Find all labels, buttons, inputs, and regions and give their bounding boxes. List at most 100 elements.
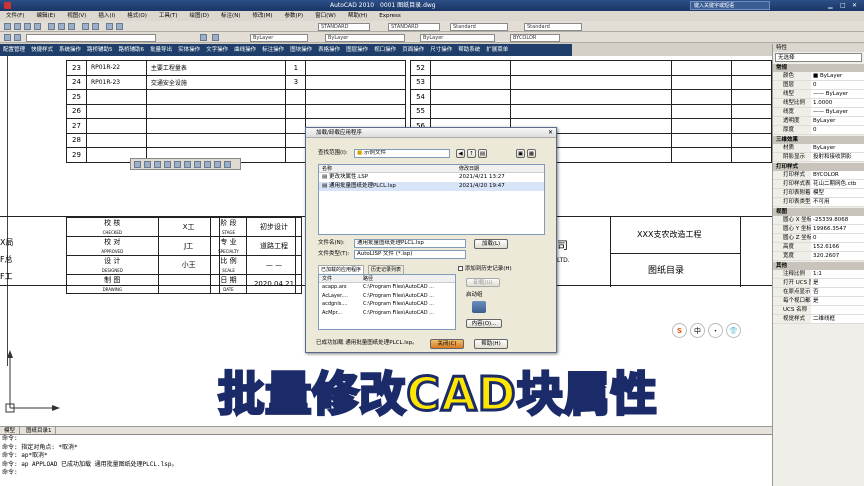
- toolbar-tool-3-icon[interactable]: [154, 161, 161, 168]
- make-current-icon[interactable]: [200, 34, 207, 41]
- property-row[interactable]: 圆心 Z 坐标 0: [773, 234, 864, 243]
- back-icon[interactable]: ◀: [456, 149, 465, 158]
- menu-item[interactable]: 文件(F): [6, 13, 24, 19]
- property-row[interactable]: 线型比例 1.0000: [773, 99, 864, 108]
- filename-input[interactable]: 通用批量图纸处理PLCL.lsp: [354, 239, 466, 248]
- text-style-select[interactable]: STANDARD: [318, 22, 370, 31]
- layer-previous-icon[interactable]: [212, 34, 219, 41]
- menu-item[interactable]: 帮助(H): [348, 13, 367, 19]
- plugin-menu-item[interactable]: 图层操作: [346, 47, 368, 53]
- plugin-menu-item[interactable]: 曲线操作: [234, 47, 256, 53]
- menu-item[interactable]: 标注(N): [221, 13, 240, 19]
- dialog-close-icon[interactable]: ✕: [548, 129, 553, 136]
- selection-select[interactable]: 无选择: [775, 53, 862, 62]
- ime-skin-icon[interactable]: 👕: [726, 323, 741, 338]
- paste-icon[interactable]: [68, 23, 75, 30]
- property-row[interactable]: 视觉样式 二维线框: [773, 315, 864, 324]
- filetype-select[interactable]: AutoLISP 文件 (*.lsp): [354, 250, 466, 259]
- toolbar-tool-5-icon[interactable]: [174, 161, 181, 168]
- new-file-icon[interactable]: [4, 23, 11, 30]
- redo-icon[interactable]: [92, 23, 99, 30]
- preview-icon[interactable]: ▣: [516, 149, 525, 158]
- open-file-icon[interactable]: [14, 23, 21, 30]
- menu-item[interactable]: 插入(I): [98, 13, 115, 19]
- property-row[interactable]: 高度 152.6166: [773, 243, 864, 252]
- property-row[interactable]: 打印表类型 不可用: [773, 198, 864, 207]
- properties-section[interactable]: 视图: [773, 208, 864, 216]
- contents-button[interactable]: 内容(O)...: [466, 319, 502, 328]
- menu-item[interactable]: 参数(P): [285, 13, 304, 19]
- plugin-menu-item[interactable]: 路桥辅助5: [87, 47, 113, 53]
- plugin-menu-item[interactable]: 批量导出: [150, 47, 172, 53]
- sogou-icon[interactable]: S: [672, 323, 687, 338]
- property-row[interactable]: 透明度 ByLayer: [773, 117, 864, 126]
- minimize-icon[interactable]: ▁: [828, 0, 833, 11]
- loaded-col-file[interactable]: 文件: [319, 275, 363, 282]
- close-icon[interactable]: ✕: [852, 0, 857, 11]
- toolbar-tool-9-icon[interactable]: [214, 161, 221, 168]
- property-row[interactable]: 图层 0: [773, 81, 864, 90]
- unload-button[interactable]: 卸载(U): [466, 278, 500, 287]
- cut-icon[interactable]: [48, 23, 55, 30]
- property-row[interactable]: UCS 名称: [773, 306, 864, 315]
- menu-item[interactable]: 视图(V): [67, 13, 86, 19]
- plot-style-select[interactable]: BYCOLOR: [510, 33, 560, 42]
- plugin-menu-item[interactable]: 帮助系统: [458, 47, 480, 53]
- col-date[interactable]: 修改日期: [459, 165, 479, 172]
- properties-section[interactable]: 打印样式: [773, 163, 864, 171]
- property-row[interactable]: 宽度 320.2607: [773, 252, 864, 261]
- tab-loaded-apps[interactable]: 已加载的应用程序: [318, 265, 365, 274]
- views-icon[interactable]: ▤: [478, 149, 487, 158]
- plugin-menu-item[interactable]: 标注操作: [262, 47, 284, 53]
- toolbar-tool-8-icon[interactable]: [204, 161, 211, 168]
- property-row[interactable]: 阴影显示 投射和接收阴影: [773, 153, 864, 162]
- properties-section[interactable]: 三维效果: [773, 136, 864, 144]
- toolbar-tool-1-icon[interactable]: [134, 161, 141, 168]
- layer-select[interactable]: [26, 33, 156, 42]
- loaded-col-path[interactable]: 路径: [363, 275, 373, 282]
- mleader-style-select[interactable]: Standard: [524, 22, 582, 31]
- help-search-input[interactable]: 键入关键字或短语: [690, 1, 770, 10]
- help-button[interactable]: 帮助(H): [474, 339, 508, 349]
- property-row[interactable]: 注释比例 1:1: [773, 270, 864, 279]
- toolbar-tool-10-icon[interactable]: [224, 161, 231, 168]
- pan-icon[interactable]: [106, 23, 113, 30]
- plugin-menu-item[interactable]: 尺寸操作: [430, 47, 452, 53]
- plugin-menu-item[interactable]: 配置管理: [3, 47, 25, 53]
- color-select[interactable]: ByLayer: [250, 33, 308, 42]
- properties-section[interactable]: 其他: [773, 262, 864, 270]
- zoom-icon[interactable]: [116, 23, 123, 30]
- plugin-menu-item[interactable]: 实体操作: [178, 47, 200, 53]
- plugin-menu-item[interactable]: 文字操作: [206, 47, 228, 53]
- plugin-menu-item[interactable]: 扩展菜单: [486, 47, 508, 53]
- menu-item[interactable]: 工具(T): [159, 13, 178, 19]
- copy-icon[interactable]: [58, 23, 65, 30]
- property-row[interactable]: 打印样式 BYCOLOR: [773, 171, 864, 180]
- print-icon[interactable]: [34, 23, 41, 30]
- plugin-menu-item[interactable]: 系统操作: [59, 47, 81, 53]
- loaded-apps-list[interactable]: 文件 路径 acapp.arx C:\Program Files\AutoCAD .…: [318, 274, 456, 330]
- property-row[interactable]: 打印样式表 花山二期网色.ctb: [773, 180, 864, 189]
- table-style-select[interactable]: Standard: [450, 22, 508, 31]
- loaded-app-item[interactable]: AcLayer.... C:\Program Files\AutoCAD ...: [319, 292, 455, 301]
- file-item[interactable]: ▤ 更改块属性.LSP 2021/4/21 13:27: [319, 173, 544, 182]
- linetype-select[interactable]: ByLayer: [325, 33, 405, 42]
- ime-punct-button[interactable]: ・: [708, 323, 723, 338]
- plugin-menu-item[interactable]: 快捷样式: [31, 47, 53, 53]
- add-history-checkbox[interactable]: 添加到历史记录(H): [458, 266, 512, 273]
- property-row[interactable]: 线宽 —— ByLayer: [773, 108, 864, 117]
- plugin-menu-item[interactable]: 图块操作: [290, 47, 312, 53]
- plugin-menu-item[interactable]: 路桥辅助6: [119, 47, 145, 53]
- close-button[interactable]: 关闭(C): [430, 339, 464, 349]
- toolbar-tool-4-icon[interactable]: [164, 161, 171, 168]
- save-icon[interactable]: [24, 23, 31, 30]
- toolbar-tool-2-icon[interactable]: [144, 161, 151, 168]
- menu-item[interactable]: Express: [379, 13, 400, 19]
- plugin-menu-item[interactable]: 页面操作: [402, 47, 424, 53]
- menu-item[interactable]: 修改(M): [252, 13, 272, 19]
- properties-section[interactable]: 常规: [773, 64, 864, 72]
- property-row[interactable]: 圆心 Y 坐标 19966.3547: [773, 225, 864, 234]
- dim-style-select[interactable]: STANDARD: [388, 22, 440, 31]
- property-row[interactable]: 打印表附着...模型: [773, 189, 864, 198]
- lookin-select[interactable]: ■ 示例文件: [354, 149, 450, 158]
